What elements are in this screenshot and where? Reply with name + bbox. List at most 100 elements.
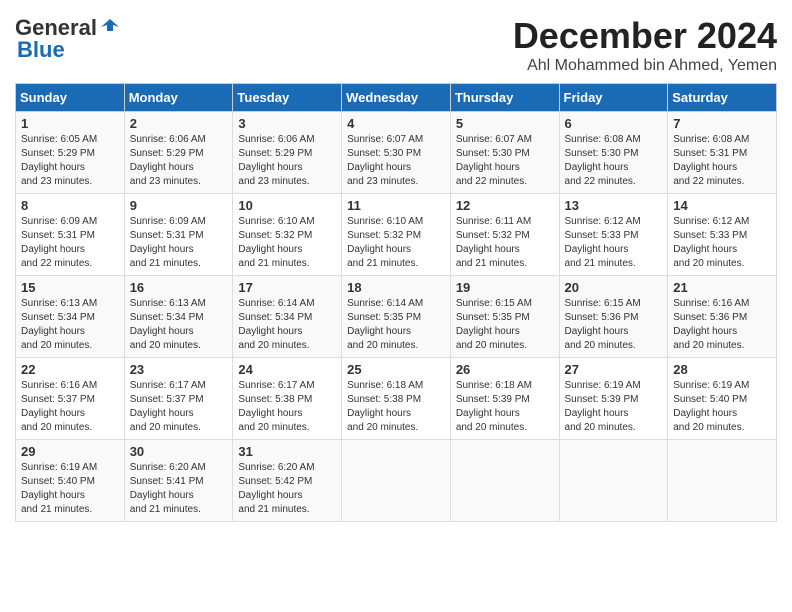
day-info: Sunrise: 6:12 AM Sunset: 5:33 PM Dayligh… xyxy=(565,215,663,271)
calendar-cell: 20 Sunrise: 6:15 AM Sunset: 5:36 PM Dayl… xyxy=(559,276,668,358)
day-info: Sunrise: 6:08 AM Sunset: 5:30 PM Dayligh… xyxy=(565,133,663,189)
day-number: 21 xyxy=(673,280,771,295)
calendar-cell: 18 Sunrise: 6:14 AM Sunset: 5:35 PM Dayl… xyxy=(342,276,451,358)
calendar-cell: 1 Sunrise: 6:05 AM Sunset: 5:29 PM Dayli… xyxy=(16,112,125,194)
calendar-cell xyxy=(450,440,559,522)
calendar-cell: 3 Sunrise: 6:06 AM Sunset: 5:29 PM Dayli… xyxy=(233,112,342,194)
day-info: Sunrise: 6:16 AM Sunset: 5:36 PM Dayligh… xyxy=(673,297,771,353)
calendar-cell: 21 Sunrise: 6:16 AM Sunset: 5:36 PM Dayl… xyxy=(668,276,777,358)
day-number: 15 xyxy=(21,280,119,295)
day-number: 22 xyxy=(21,362,119,377)
day-number: 28 xyxy=(673,362,771,377)
day-number: 20 xyxy=(565,280,663,295)
day-info: Sunrise: 6:15 AM Sunset: 5:36 PM Dayligh… xyxy=(565,297,663,353)
calendar-cell: 7 Sunrise: 6:08 AM Sunset: 5:31 PM Dayli… xyxy=(668,112,777,194)
calendar-cell: 2 Sunrise: 6:06 AM Sunset: 5:29 PM Dayli… xyxy=(124,112,233,194)
calendar-header-thursday: Thursday xyxy=(450,84,559,112)
day-info: Sunrise: 6:19 AM Sunset: 5:39 PM Dayligh… xyxy=(565,379,663,435)
day-info: Sunrise: 6:09 AM Sunset: 5:31 PM Dayligh… xyxy=(130,215,228,271)
day-number: 18 xyxy=(347,280,445,295)
page-header: General Blue December 2024 Ahl Mohammed … xyxy=(15,15,777,75)
calendar-header-saturday: Saturday xyxy=(668,84,777,112)
day-number: 26 xyxy=(456,362,554,377)
day-number: 1 xyxy=(21,116,119,131)
calendar-cell: 4 Sunrise: 6:07 AM Sunset: 5:30 PM Dayli… xyxy=(342,112,451,194)
calendar-cell: 8 Sunrise: 6:09 AM Sunset: 5:31 PM Dayli… xyxy=(16,194,125,276)
calendar-cell: 12 Sunrise: 6:11 AM Sunset: 5:32 PM Dayl… xyxy=(450,194,559,276)
calendar-header-wednesday: Wednesday xyxy=(342,84,451,112)
day-number: 17 xyxy=(238,280,336,295)
calendar-cell: 16 Sunrise: 6:13 AM Sunset: 5:34 PM Dayl… xyxy=(124,276,233,358)
day-number: 16 xyxy=(130,280,228,295)
day-number: 11 xyxy=(347,198,445,213)
day-info: Sunrise: 6:05 AM Sunset: 5:29 PM Dayligh… xyxy=(21,133,119,189)
month-title: December 2024 xyxy=(513,15,777,57)
day-info: Sunrise: 6:14 AM Sunset: 5:34 PM Dayligh… xyxy=(238,297,336,353)
calendar-cell: 11 Sunrise: 6:10 AM Sunset: 5:32 PM Dayl… xyxy=(342,194,451,276)
calendar-cell: 23 Sunrise: 6:17 AM Sunset: 5:37 PM Dayl… xyxy=(124,358,233,440)
day-number: 27 xyxy=(565,362,663,377)
calendar-week-row: 15 Sunrise: 6:13 AM Sunset: 5:34 PM Dayl… xyxy=(16,276,777,358)
calendar-cell xyxy=(342,440,451,522)
day-info: Sunrise: 6:06 AM Sunset: 5:29 PM Dayligh… xyxy=(238,133,336,189)
calendar-cell: 19 Sunrise: 6:15 AM Sunset: 5:35 PM Dayl… xyxy=(450,276,559,358)
day-number: 2 xyxy=(130,116,228,131)
day-info: Sunrise: 6:07 AM Sunset: 5:30 PM Dayligh… xyxy=(347,133,445,189)
day-info: Sunrise: 6:17 AM Sunset: 5:38 PM Dayligh… xyxy=(238,379,336,435)
day-info: Sunrise: 6:16 AM Sunset: 5:37 PM Dayligh… xyxy=(21,379,119,435)
day-number: 10 xyxy=(238,198,336,213)
day-info: Sunrise: 6:19 AM Sunset: 5:40 PM Dayligh… xyxy=(673,379,771,435)
calendar-cell: 29 Sunrise: 6:19 AM Sunset: 5:40 PM Dayl… xyxy=(16,440,125,522)
day-number: 13 xyxy=(565,198,663,213)
day-number: 14 xyxy=(673,198,771,213)
day-info: Sunrise: 6:09 AM Sunset: 5:31 PM Dayligh… xyxy=(21,215,119,271)
calendar-week-row: 29 Sunrise: 6:19 AM Sunset: 5:40 PM Dayl… xyxy=(16,440,777,522)
calendar-header-row: SundayMondayTuesdayWednesdayThursdayFrid… xyxy=(16,84,777,112)
calendar-header-monday: Monday xyxy=(124,84,233,112)
day-number: 12 xyxy=(456,198,554,213)
calendar-header-sunday: Sunday xyxy=(16,84,125,112)
calendar-cell: 14 Sunrise: 6:12 AM Sunset: 5:33 PM Dayl… xyxy=(668,194,777,276)
calendar-cell: 10 Sunrise: 6:10 AM Sunset: 5:32 PM Dayl… xyxy=(233,194,342,276)
day-info: Sunrise: 6:07 AM Sunset: 5:30 PM Dayligh… xyxy=(456,133,554,189)
day-number: 24 xyxy=(238,362,336,377)
day-info: Sunrise: 6:10 AM Sunset: 5:32 PM Dayligh… xyxy=(347,215,445,271)
calendar-cell: 5 Sunrise: 6:07 AM Sunset: 5:30 PM Dayli… xyxy=(450,112,559,194)
day-number: 9 xyxy=(130,198,228,213)
location-title: Ahl Mohammed bin Ahmed, Yemen xyxy=(513,57,777,75)
calendar-cell: 27 Sunrise: 6:19 AM Sunset: 5:39 PM Dayl… xyxy=(559,358,668,440)
day-info: Sunrise: 6:10 AM Sunset: 5:32 PM Dayligh… xyxy=(238,215,336,271)
logo: General Blue xyxy=(15,15,121,63)
day-number: 19 xyxy=(456,280,554,295)
day-number: 7 xyxy=(673,116,771,131)
day-number: 3 xyxy=(238,116,336,131)
day-number: 23 xyxy=(130,362,228,377)
calendar-cell xyxy=(559,440,668,522)
calendar-cell xyxy=(668,440,777,522)
day-number: 31 xyxy=(238,444,336,459)
day-info: Sunrise: 6:13 AM Sunset: 5:34 PM Dayligh… xyxy=(130,297,228,353)
title-section: December 2024 Ahl Mohammed bin Ahmed, Ye… xyxy=(513,15,777,75)
calendar-cell: 9 Sunrise: 6:09 AM Sunset: 5:31 PM Dayli… xyxy=(124,194,233,276)
calendar-cell: 31 Sunrise: 6:20 AM Sunset: 5:42 PM Dayl… xyxy=(233,440,342,522)
calendar-cell: 24 Sunrise: 6:17 AM Sunset: 5:38 PM Dayl… xyxy=(233,358,342,440)
day-number: 25 xyxy=(347,362,445,377)
day-info: Sunrise: 6:14 AM Sunset: 5:35 PM Dayligh… xyxy=(347,297,445,353)
day-number: 6 xyxy=(565,116,663,131)
day-info: Sunrise: 6:12 AM Sunset: 5:33 PM Dayligh… xyxy=(673,215,771,271)
day-info: Sunrise: 6:13 AM Sunset: 5:34 PM Dayligh… xyxy=(21,297,119,353)
day-info: Sunrise: 6:17 AM Sunset: 5:37 PM Dayligh… xyxy=(130,379,228,435)
calendar-cell: 17 Sunrise: 6:14 AM Sunset: 5:34 PM Dayl… xyxy=(233,276,342,358)
logo-blue-text: Blue xyxy=(15,37,65,63)
calendar-cell: 13 Sunrise: 6:12 AM Sunset: 5:33 PM Dayl… xyxy=(559,194,668,276)
calendar-cell: 28 Sunrise: 6:19 AM Sunset: 5:40 PM Dayl… xyxy=(668,358,777,440)
logo-bird-icon xyxy=(99,17,121,39)
calendar-header-friday: Friday xyxy=(559,84,668,112)
day-number: 30 xyxy=(130,444,228,459)
day-info: Sunrise: 6:18 AM Sunset: 5:38 PM Dayligh… xyxy=(347,379,445,435)
calendar-cell: 15 Sunrise: 6:13 AM Sunset: 5:34 PM Dayl… xyxy=(16,276,125,358)
day-number: 4 xyxy=(347,116,445,131)
calendar-cell: 22 Sunrise: 6:16 AM Sunset: 5:37 PM Dayl… xyxy=(16,358,125,440)
day-info: Sunrise: 6:19 AM Sunset: 5:40 PM Dayligh… xyxy=(21,461,119,517)
calendar-table: SundayMondayTuesdayWednesdayThursdayFrid… xyxy=(15,83,777,522)
